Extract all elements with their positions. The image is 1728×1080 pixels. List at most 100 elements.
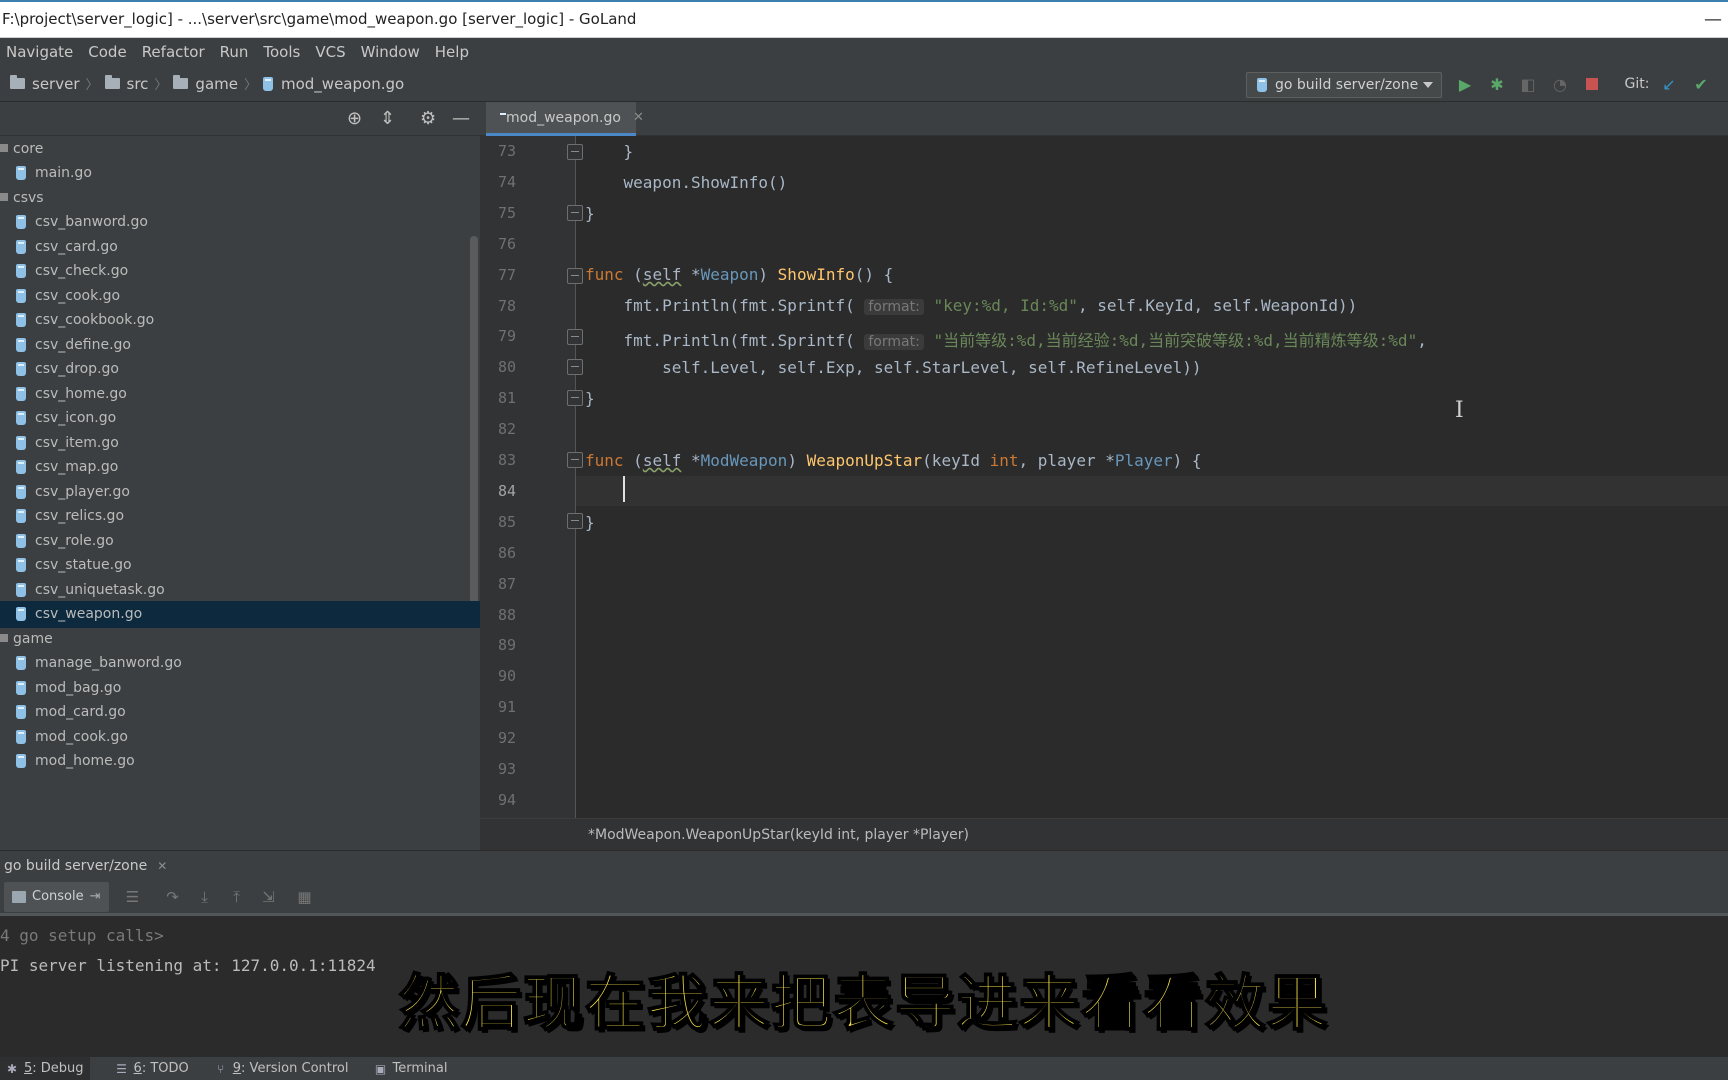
chevron-right-icon: 〉: [243, 78, 257, 93]
go-file-icon: [16, 288, 26, 303]
tree-file[interactable]: csv_icon.go: [0, 405, 480, 432]
terminal-tool-button[interactable]: ▣ Terminal: [375, 1061, 448, 1076]
bug-icon: ✱: [6, 1061, 18, 1076]
tree-file[interactable]: manage_banword.go: [0, 650, 480, 677]
vcs-update-icon[interactable]: ↙: [1660, 75, 1678, 94]
menu-run[interactable]: Run: [220, 43, 249, 61]
line-number: 88: [497, 605, 516, 624]
project-tree: core main.go csvs csv_banword.go csv_card.go…: [0, 136, 480, 850]
line-number: 82: [497, 420, 516, 439]
fold-marker[interactable]: [567, 268, 583, 284]
tree-file[interactable]: csv_card.go: [0, 233, 480, 260]
tree-file[interactable]: csv_cookbook.go: [0, 307, 480, 334]
run-icon[interactable]: ▶: [1456, 75, 1474, 94]
tree-file[interactable]: csv_banword.go: [0, 209, 480, 236]
tree-folder[interactable]: core: [0, 136, 480, 162]
menu-help[interactable]: Help: [435, 43, 469, 61]
debug-session-tab[interactable]: go build server/zone: [4, 858, 147, 874]
tree-file[interactable]: mod_cook.go: [0, 723, 480, 750]
gear-icon[interactable]: ⚙: [420, 108, 436, 129]
tree-file[interactable]: csv_statue.go: [0, 552, 480, 579]
go-file-icon: [1257, 78, 1267, 92]
menu-navigate[interactable]: Navigate: [6, 43, 73, 61]
close-icon[interactable]: ✕: [157, 859, 167, 873]
tree-file[interactable]: csv_cook.go: [0, 282, 480, 309]
debug-icon[interactable]: ✱: [1488, 75, 1506, 94]
hide-icon[interactable]: —: [452, 108, 470, 129]
tree-item-label: csv_banword.go: [35, 214, 148, 230]
menu-code[interactable]: Code: [88, 43, 126, 61]
tree-file[interactable]: csv_uniquetask.go: [0, 576, 480, 603]
todo-tool-button[interactable]: ☰ 6: TODO: [116, 1061, 189, 1076]
vcs-commit-icon[interactable]: ✔: [1692, 75, 1710, 94]
parameter-hint: format:: [864, 299, 924, 315]
run-config-select[interactable]: go build server/zone: [1246, 72, 1442, 98]
fold-marker[interactable]: [567, 329, 583, 345]
menu-vcs[interactable]: VCS: [315, 43, 345, 61]
breadcrumb-server[interactable]: server 〉: [10, 74, 99, 93]
code-token: , self.KeyId, self.WeaponId)): [1077, 296, 1358, 315]
line-number: 74: [497, 172, 516, 191]
tree-file[interactable]: main.go: [0, 160, 480, 187]
menu-refactor[interactable]: Refactor: [142, 43, 205, 61]
breadcrumb-src[interactable]: src 〉: [104, 74, 167, 93]
evaluate-icon[interactable]: ▦: [297, 888, 313, 906]
fold-marker[interactable]: [567, 513, 583, 529]
tree-item-label: mod_bag.go: [35, 679, 122, 696]
code-line-79: fmt.Println(fmt.Sprintf( format: "当前等级:%…: [585, 327, 1427, 351]
tree-file[interactable]: csv_drop.go: [0, 356, 480, 383]
profile-icon[interactable]: ◔: [1551, 75, 1569, 94]
fold-marker[interactable]: [567, 205, 583, 221]
tree-item-label: csv_home.go: [35, 385, 127, 402]
step-out-icon[interactable]: ⤒: [229, 888, 245, 906]
tree-file[interactable]: csv_relics.go: [0, 503, 480, 530]
step-into-icon[interactable]: ⤓: [197, 888, 213, 906]
folder-icon: [0, 144, 8, 152]
close-icon[interactable]: ✕: [633, 110, 644, 125]
fold-marker[interactable]: [567, 452, 583, 468]
editor-tab-bar: mod_weapon.go ✕: [480, 102, 1728, 136]
tree-file[interactable]: csv_map.go: [0, 454, 480, 481]
breadcrumb-game[interactable]: game 〉: [173, 74, 257, 93]
step-over-icon[interactable]: ↷: [165, 888, 181, 906]
tree-file[interactable]: csv_item.go: [0, 429, 480, 456]
menu-tools[interactable]: Tools: [263, 43, 300, 61]
line-number: 75: [497, 203, 516, 222]
debug-tool-button[interactable]: ✱ 5: Debug: [0, 1056, 90, 1080]
minimize-button[interactable]: —: [1698, 0, 1728, 38]
tree-file[interactable]: csv_player.go: [0, 478, 480, 505]
tree-file[interactable]: csv_role.go: [0, 527, 480, 554]
tree-file[interactable]: csv_check.go: [0, 258, 480, 285]
breadcrumb-file[interactable]: mod_weapon.go: [263, 75, 404, 93]
tree-file[interactable]: csv_define.go: [0, 331, 480, 358]
tree-item-label: csvs: [13, 189, 44, 206]
editor-breadcrumb[interactable]: *ModWeapon.WeaponUpStar(keyId int, playe…: [480, 818, 1728, 850]
collapse-icon[interactable]: ⇕: [380, 108, 395, 129]
locate-icon[interactable]: ⊕: [347, 108, 362, 129]
version-control-tool-button[interactable]: ⑂ 9: Version Control: [215, 1061, 348, 1076]
tree-file[interactable]: csv_home.go: [0, 380, 480, 407]
go-file-icon: [16, 362, 26, 376]
run-to-cursor-icon[interactable]: ⇲: [261, 888, 277, 906]
function-name: WeaponUpStar: [806, 451, 923, 470]
tree-folder[interactable]: game: [0, 625, 480, 652]
menu-window[interactable]: Window: [361, 43, 420, 61]
tab-mod-weapon[interactable]: mod_weapon.go ✕: [486, 102, 644, 136]
code-line-77: func (self *Weapon) ShowInfo() {: [585, 265, 893, 284]
code-token: (: [633, 265, 643, 284]
tree-item-label: game: [13, 630, 53, 647]
tree-file[interactable]: mod_bag.go: [0, 674, 480, 701]
tree-file[interactable]: mod_home.go: [0, 748, 480, 775]
code-line-81: }: [585, 389, 595, 408]
fold-marker[interactable]: [567, 390, 583, 406]
stop-icon[interactable]: [1583, 75, 1601, 93]
fold-marker[interactable]: [567, 359, 583, 375]
coverage-icon[interactable]: ◧: [1519, 75, 1537, 94]
console-tab[interactable]: Console ⇥: [4, 881, 109, 912]
list-icon[interactable]: ☰: [125, 888, 141, 906]
fold-marker[interactable]: [567, 144, 583, 160]
tree-file[interactable]: csv_weapon.go: [0, 600, 480, 628]
folder-icon: [0, 634, 8, 642]
tree-file[interactable]: mod_card.go: [0, 699, 480, 726]
tree-folder[interactable]: csvs: [0, 184, 480, 211]
